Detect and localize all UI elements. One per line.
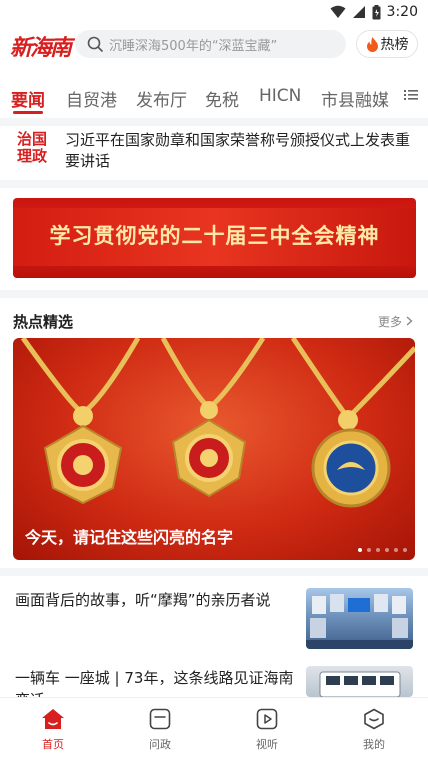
carousel-dot[interactable] <box>394 548 398 552</box>
carousel-dot[interactable] <box>367 548 371 552</box>
home-icon <box>42 709 64 729</box>
more-link[interactable]: 更多 <box>378 313 413 330</box>
search-bar[interactable]: 沉睡深海500年的“深蓝宝藏” <box>75 30 346 58</box>
headline-item[interactable]: 治国 理政 习近平在国家勋章和国家荣誉称号颁授仪式上发表重要讲话 <box>0 128 428 174</box>
section-divider <box>0 290 428 298</box>
nav-mine[interactable]: 我的 <box>344 708 404 752</box>
theme-banner[interactable]: 学习贯彻党的二十届三中全会精神 <box>13 198 416 278</box>
tab-shixian-rongmei[interactable]: 市县融媒 <box>321 86 389 111</box>
carousel-dot[interactable] <box>385 548 389 552</box>
profile-icon <box>364 708 384 730</box>
active-tab-indicator <box>13 111 43 114</box>
tab-hicn[interactable]: HICN <box>259 86 301 106</box>
section-divider <box>0 568 428 576</box>
hot-picks-title: 热点精选 <box>13 313 74 331</box>
hot-picks-carousel[interactable]: 今天，请记住这些闪亮的名字 <box>13 338 415 560</box>
nav-shiting[interactable]: 视听 <box>237 708 297 752</box>
flame-icon <box>366 36 378 52</box>
channel-menu-icon[interactable] <box>404 89 418 101</box>
carousel-dot[interactable] <box>358 548 362 552</box>
nav-home[interactable]: 首页 <box>23 708 83 752</box>
search-placeholder: 沉睡深海500年的“深蓝宝藏” <box>109 38 278 54</box>
app-header: 新海南 沉睡深海500年的“深蓝宝藏” 热榜 <box>0 28 428 62</box>
carousel-dot[interactable] <box>376 548 380 552</box>
channel-tabs: 要闻 自贸港 发布厅 免税 HICN 市县融媒 <box>0 80 428 116</box>
section-divider <box>0 118 428 126</box>
governance-badge: 治国 理政 <box>16 130 47 165</box>
banner-title: 学习贯彻党的二十届三中全会精神 <box>49 223 380 248</box>
headline-title: 习近平在国家勋章和国家荣誉称号颁授仪式上发表重要讲话 <box>65 131 411 170</box>
news-thumbnail <box>306 588 413 649</box>
search-icon <box>87 36 103 52</box>
video-icon <box>256 708 278 730</box>
news-item[interactable]: 画面背后的故事，听“摩羯”的亲历者说 <box>0 586 428 652</box>
tab-yaowen[interactable]: 要闻 <box>11 86 45 111</box>
carousel-pagination <box>358 548 407 552</box>
signal-icon <box>352 6 365 18</box>
bottom-navigation: 首页 问政 视听 我的 <box>0 697 428 760</box>
clock: 3:20 <box>386 4 418 20</box>
tab-mianshui[interactable]: 免税 <box>205 86 239 111</box>
question-box-icon <box>149 708 171 730</box>
carousel-caption: 今天，请记住这些闪亮的名字 <box>25 528 234 547</box>
news-thumbnail <box>306 666 413 697</box>
wifi-icon <box>330 5 346 18</box>
status-bar: 3:20 <box>0 0 428 26</box>
news-title: 画面背后的故事，听“摩羯”的亲历者说 <box>15 591 271 609</box>
battery-icon <box>372 4 381 19</box>
chevron-right-icon <box>406 316 413 326</box>
tab-fabuting[interactable]: 发布厅 <box>136 86 187 111</box>
nav-wenzheng[interactable]: 问政 <box>130 708 190 752</box>
carousel-dot[interactable] <box>403 548 407 552</box>
hot-list-label: 热榜 <box>380 37 409 53</box>
hot-list-button[interactable]: 热榜 <box>356 30 418 58</box>
tab-zimaogang[interactable]: 自贸港 <box>66 86 117 111</box>
section-divider <box>0 180 428 188</box>
app-logo: 新海南 <box>10 35 72 61</box>
